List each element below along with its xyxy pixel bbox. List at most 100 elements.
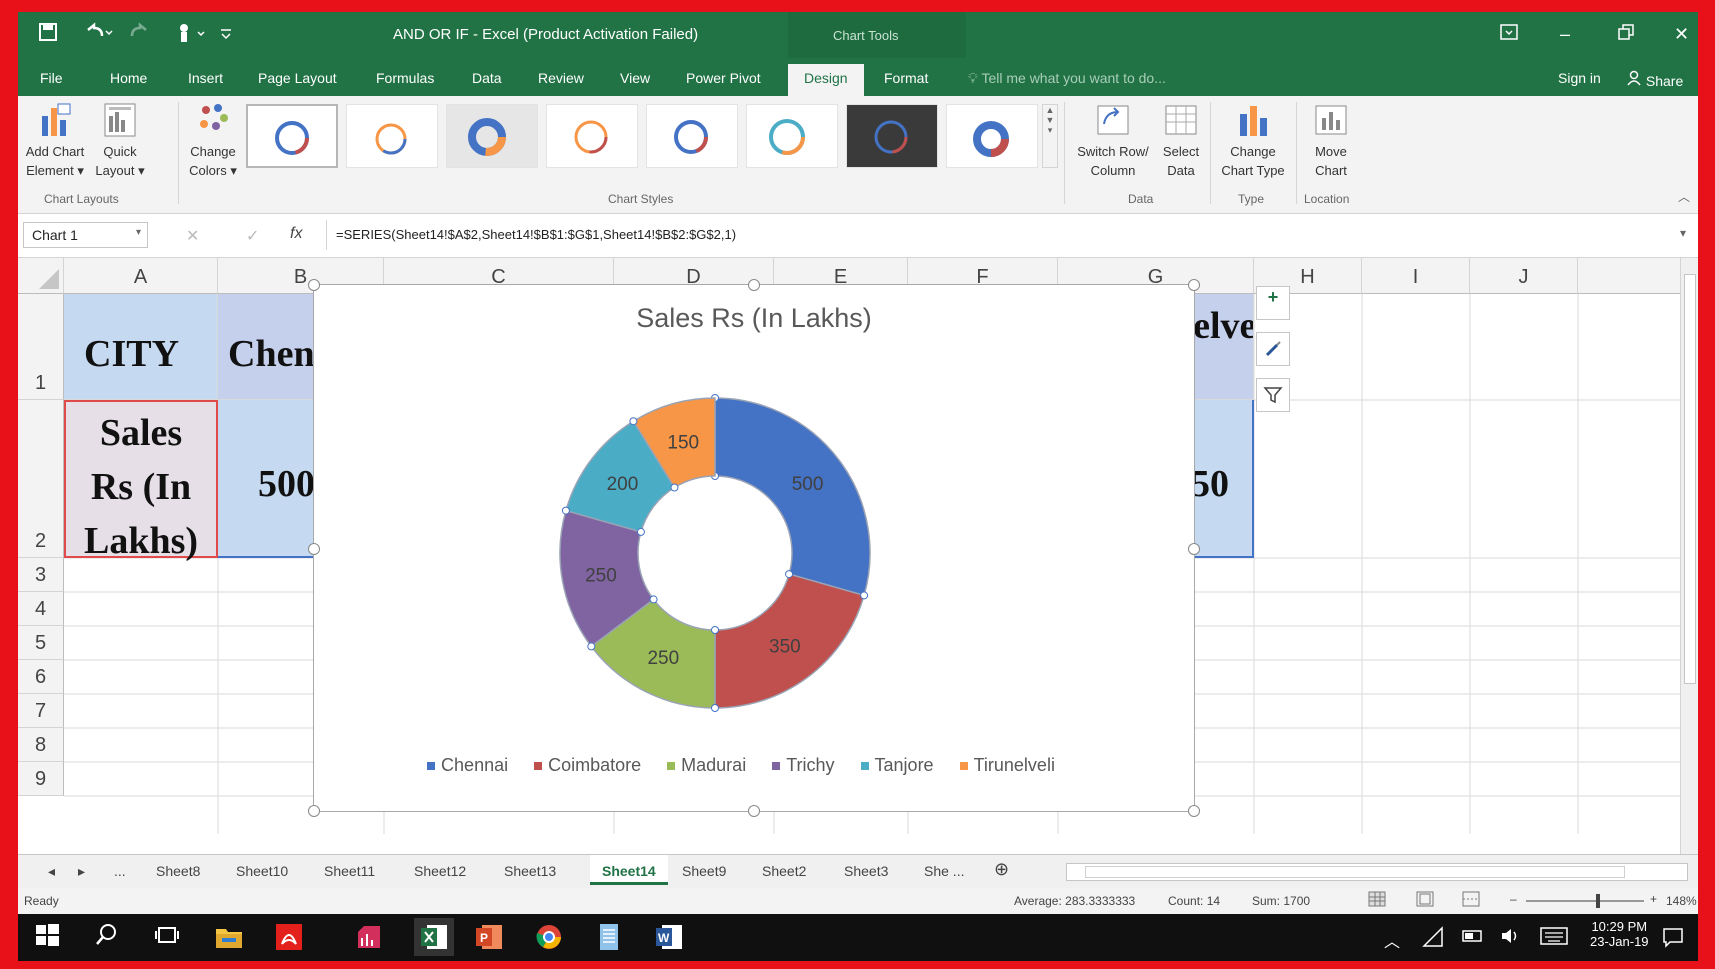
column-header-a[interactable]: A <box>64 258 218 294</box>
chart-style-2[interactable] <box>346 104 438 168</box>
redo-icon[interactable] <box>128 22 158 48</box>
data-label-chennai[interactable]: 500 <box>792 474 824 495</box>
legend-item-tirunelveli[interactable]: Tirunelveli <box>959 755 1055 775</box>
close-button[interactable]: ✕ <box>1674 24 1689 45</box>
select-data-button[interactable]: Select Data <box>1156 102 1206 180</box>
excel-taskbar-icon[interactable] <box>414 918 454 956</box>
chart-style-1[interactable] <box>246 104 338 168</box>
row-header-2[interactable]: 2 <box>18 400 64 558</box>
insert-function-icon[interactable]: fx <box>290 225 302 243</box>
tab-insert[interactable]: Insert <box>188 70 223 86</box>
sheet-tab-more-left[interactable]: ... <box>114 863 126 879</box>
name-box[interactable]: Chart 1 ▾ <box>23 222 148 248</box>
switch-row-column-button[interactable]: Switch Row/ Column <box>1070 102 1156 180</box>
row-header-9[interactable]: 9 <box>18 762 64 796</box>
resize-handle-e[interactable] <box>1188 543 1200 555</box>
chart-style-8[interactable] <box>946 104 1038 168</box>
chart-styles-button[interactable] <box>1256 332 1290 366</box>
row-header-1[interactable]: 1 <box>18 294 64 400</box>
sheet-tab-sheet3[interactable]: Sheet3 <box>844 863 888 879</box>
sheet-tab-sheet11[interactable]: Sheet11 <box>324 863 375 879</box>
resize-handle-w[interactable] <box>308 543 320 555</box>
chart-style-4[interactable] <box>546 104 638 168</box>
sheet-tab-more-right[interactable]: Shе ... <box>924 863 964 879</box>
select-all-corner[interactable] <box>18 258 64 294</box>
normal-view-icon[interactable] <box>1368 891 1386 910</box>
powerpoint-icon[interactable]: P <box>474 922 504 952</box>
data-label-madurai[interactable]: 250 <box>647 648 679 669</box>
zoom-slider[interactable] <box>1526 894 1644 908</box>
search-icon[interactable] <box>94 922 124 952</box>
horizontal-scroll-thumb[interactable] <box>1085 866 1625 878</box>
tab-data[interactable]: Data <box>472 70 502 86</box>
chrome-icon[interactable] <box>534 922 564 952</box>
quick-layout-button[interactable]: Quick Layout ▾ <box>92 102 148 180</box>
sheet-tab-sheet9[interactable]: Sheet9 <box>682 863 726 879</box>
doughnut-slice-chennai[interactable] <box>714 397 871 597</box>
data-label-coimbatore[interactable]: 350 <box>769 637 801 658</box>
restore-button[interactable] <box>1618 24 1634 45</box>
network-icon[interactable] <box>1422 926 1444 953</box>
resize-handle-nw[interactable] <box>308 279 320 291</box>
row-header-5[interactable]: 5 <box>18 626 64 660</box>
battery-icon[interactable] <box>1462 928 1484 949</box>
chart-styles-scroll[interactable]: ▲ ▼ ▾ <box>1042 104 1058 168</box>
cell-a2[interactable]: Sales Rs (In Lakhs) <box>64 400 218 562</box>
cell-a1[interactable]: CITY <box>64 294 218 400</box>
resize-handle-sw[interactable] <box>308 805 320 817</box>
legend-item-madurai[interactable]: Madurai <box>667 755 746 775</box>
vertical-scrollbar[interactable] <box>1680 258 1698 854</box>
chart-legend[interactable]: Chennai Coimbatore Madurai Trichy Tanjore Tir… <box>314 755 1194 776</box>
sheet-scroll-left-icon[interactable]: ◂ <box>48 863 55 880</box>
save-icon[interactable] <box>38 22 58 48</box>
task-view-icon[interactable] <box>154 922 184 952</box>
data-label-tirunelveli[interactable]: 150 <box>667 432 699 453</box>
legend-item-chennai[interactable]: Chennai <box>427 755 508 775</box>
share-button[interactable]: Share <box>1626 70 1683 89</box>
sheet-tab-sheet14[interactable]: Sheet14 <box>590 855 668 885</box>
doughnut-chart[interactable]: Sales Rs (In Lakhs) 500 350 250 250 200 150 C… <box>308 279 1200 817</box>
action-center-icon[interactable] <box>1662 926 1684 953</box>
move-chart-button[interactable]: Move Chart <box>1300 102 1362 180</box>
page-break-view-icon[interactable] <box>1462 891 1480 910</box>
legend-item-trichy[interactable]: Trichy <box>772 755 835 775</box>
file-explorer-icon[interactable] <box>214 922 244 952</box>
volume-icon[interactable] <box>1500 926 1522 951</box>
chart-style-7[interactable] <box>846 104 938 168</box>
doughnut-plot[interactable]: 500 350 250 250 200 150 <box>314 285 1196 813</box>
change-chart-type-button[interactable]: Change Chart Type <box>1214 102 1292 180</box>
zoom-in-icon[interactable]: + <box>1650 892 1657 906</box>
data-label-tanjore[interactable]: 200 <box>607 474 639 495</box>
zoom-level[interactable]: 148% <box>1666 894 1697 908</box>
vertical-scroll-thumb[interactable] <box>1684 274 1696 684</box>
column-header-i[interactable]: I <box>1362 258 1470 294</box>
zoom-slider-thumb[interactable] <box>1596 894 1600 908</box>
tab-review[interactable]: Review <box>538 70 584 86</box>
sheet-tab-sheet13[interactable]: Sheet13 <box>504 863 556 879</box>
acrobat-icon[interactable] <box>274 922 304 952</box>
tab-home[interactable]: Home <box>110 70 147 86</box>
chart-style-6[interactable] <box>746 104 838 168</box>
sheet-tab-sheet8[interactable]: Sheet8 <box>156 863 200 879</box>
tell-me-box[interactable]: 💡︎ Tell me what you want to do... <box>968 70 1166 87</box>
row-header-7[interactable]: 7 <box>18 694 64 728</box>
keyboard-icon[interactable] <box>1540 926 1568 951</box>
sheet-tab-sheet10[interactable]: Sheet10 <box>236 863 288 879</box>
customize-qat-icon[interactable] <box>218 22 234 48</box>
notepad-icon[interactable] <box>594 922 624 952</box>
sign-in-link[interactable]: Sign in <box>1558 70 1601 86</box>
new-sheet-icon[interactable]: ⊕ <box>994 859 1009 880</box>
windows-start-icon[interactable] <box>34 922 64 952</box>
row-header-8[interactable]: 8 <box>18 728 64 762</box>
enter-icon[interactable]: ✓ <box>246 226 259 246</box>
word-icon[interactable]: W <box>654 922 684 952</box>
row-header-4[interactable]: 4 <box>18 592 64 626</box>
minimize-button[interactable]: – <box>1560 24 1570 45</box>
legend-item-coimbatore[interactable]: Coimbatore <box>534 755 641 775</box>
chevron-down-icon[interactable]: ▾ <box>136 227 141 238</box>
tab-file[interactable]: File <box>40 70 63 86</box>
ribbon-display-options-icon[interactable] <box>1500 24 1518 45</box>
change-colors-button[interactable]: Change Colors ▾ <box>182 102 244 180</box>
legend-item-tanjore[interactable]: Tanjore <box>860 755 934 775</box>
row-header-3[interactable]: 3 <box>18 558 64 592</box>
